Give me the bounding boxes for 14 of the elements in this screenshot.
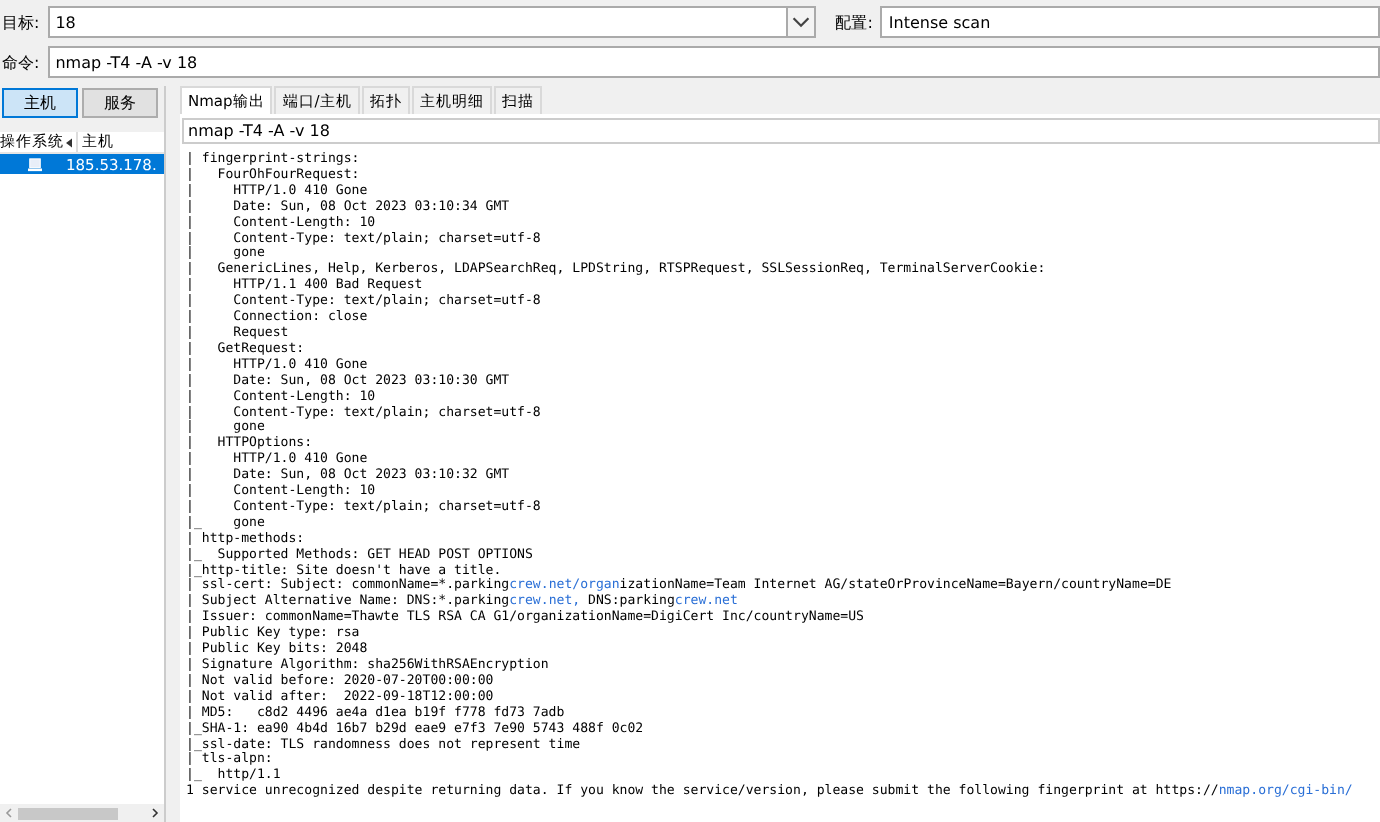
scroll-right-icon[interactable] <box>146 804 164 822</box>
profile-label: 配置: <box>835 11 873 33</box>
target-combo-box[interactable]: 18 <box>47 6 816 38</box>
target-label: 目标: <box>2 11 40 33</box>
sort-arrow-icon <box>66 137 72 147</box>
horizontal-scrollbar[interactable] <box>0 804 164 822</box>
dropdown-caret-icon[interactable] <box>785 8 814 36</box>
command-field[interactable]: nmap -T4 -A -v 18 <box>47 46 1380 78</box>
output-command-field[interactable]: nmap -T4 -A -v 18 <box>182 118 1380 144</box>
view-button[interactable]: 服务 <box>82 88 158 118</box>
profile-field[interactable]: Intense scan <box>880 6 1380 38</box>
command-label: 命令: <box>2 51 40 73</box>
computer-icon <box>28 157 42 171</box>
view-button[interactable]: 主机 <box>2 88 78 118</box>
